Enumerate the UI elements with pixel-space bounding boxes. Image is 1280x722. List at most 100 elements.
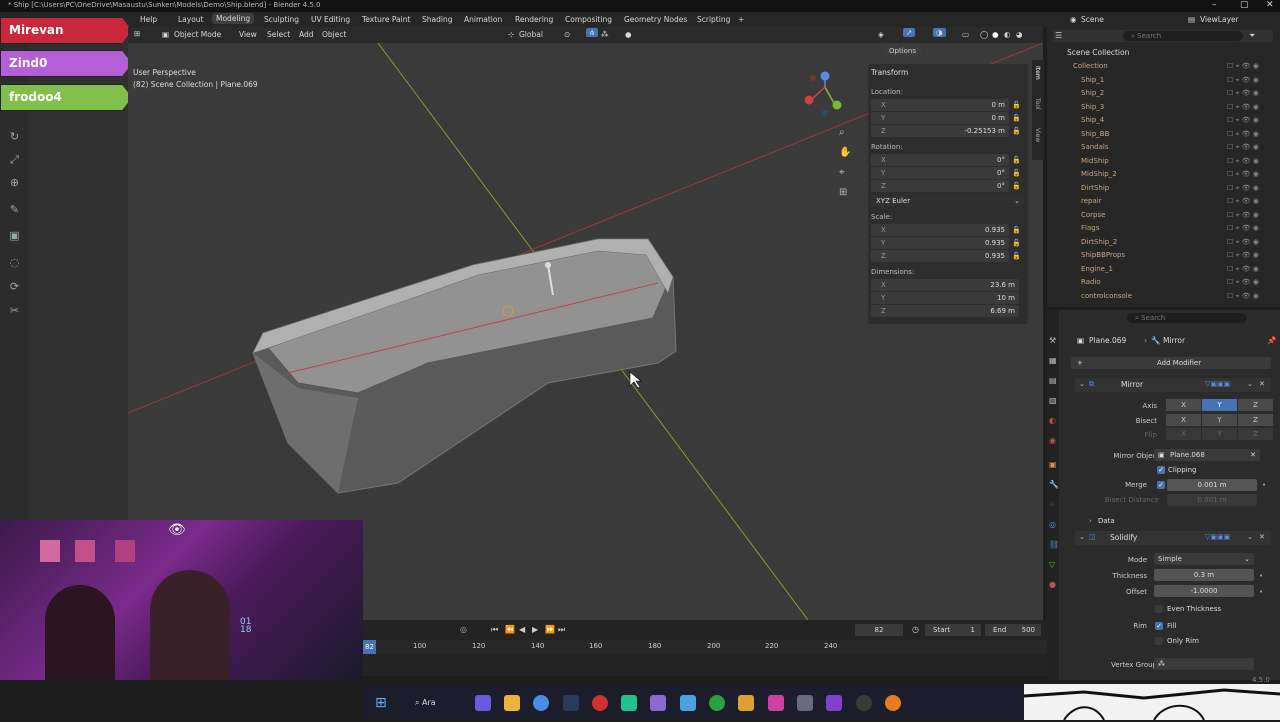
outliner-item[interactable]: Radio [1081,278,1101,286]
visibility-toggles-icon[interactable]: ☐ ⌖ 👁 ◉ [1227,292,1259,301]
bisect-z-toggle[interactable]: Z [1238,414,1273,426]
solid-shading-icon[interactable]: ● [992,30,999,39]
tab-shading[interactable]: Shading [422,15,452,24]
add-menu[interactable]: Add [299,30,314,39]
gizmo-icon[interactable]: ↗ [903,28,916,37]
editor-type-icon[interactable]: ⊞ [134,29,140,38]
outliner-item[interactable]: Ship_1 [1081,76,1104,84]
outliner-item[interactable]: Ship_4 [1081,116,1104,124]
merge-distance-field[interactable]: 0.001 m [1167,479,1257,491]
visibility-toggles-icon[interactable]: ☐ ⌖ 👁 ◉ [1227,211,1259,220]
data-tab-icon[interactable]: ▽ [1049,560,1055,569]
zoom-icon[interactable]: ⌕ [839,127,845,138]
play-reverse-icon[interactable]: ◀ [519,625,525,634]
remove-modifier-icon[interactable]: ✕ [1259,380,1265,388]
close-window-button[interactable]: ✕ [1266,0,1274,11]
visibility-toggles-icon[interactable]: ☐ ⌖ 👁 ◉ [1227,184,1259,193]
dropdown-chevron-icon[interactable]: ⌄ [1247,380,1253,388]
location-y-field[interactable]: Y0 m [871,112,1009,124]
blender-icon[interactable] [885,695,901,711]
keyframe-dot-icon[interactable]: • [1259,572,1263,580]
outliner-item[interactable]: controlconsole [1081,292,1132,300]
visibility-toggles-icon[interactable]: ☐ ⌖ 👁 ◉ [1227,116,1259,125]
opera-icon[interactable] [592,695,608,711]
tab-texture-paint[interactable]: Texture Paint [362,15,410,24]
tab-sculpting[interactable]: Sculpting [264,15,299,24]
outliner-search-input[interactable]: ⌕ Search [1123,31,1243,41]
object-menu[interactable]: Object [322,30,346,39]
visibility-toggles-icon[interactable]: ☐ ⌖ 👁 ◉ [1227,89,1259,98]
visibility-toggles-icon[interactable]: ☐ ⌖ 👁 ◉ [1227,62,1259,71]
jump-start-icon[interactable]: ⏮ [491,625,498,635]
tab-tool[interactable]: Tool [1034,98,1041,110]
edit-mode-toggle-icon[interactable]: ▽▣▣▣ [1205,380,1230,388]
keyframe-dot-icon[interactable]: • [1262,481,1266,489]
snap-target-icon[interactable]: ⁂ [601,30,609,39]
lock-icon[interactable]: 🔓 [1012,252,1021,260]
collapse-chevron-icon[interactable]: ⌄ [1079,380,1085,388]
knife-tool-icon[interactable]: ✂ [7,303,22,318]
location-x-field[interactable]: X0 m [871,99,1009,111]
rotation-mode-dropdown[interactable]: XYZ Euler ⌄ [871,195,1024,207]
flip-y-toggle[interactable]: Y [1202,428,1237,440]
filter-icon[interactable]: ⏷ [1249,31,1255,41]
tab-layout[interactable]: Layout [178,15,204,24]
tab-scripting[interactable]: Scripting [697,15,730,24]
world-tab-icon[interactable]: ◉ [1049,436,1056,445]
app-icon[interactable] [621,695,637,711]
properties-search-input[interactable]: ⌕ Search [1127,313,1247,323]
scene-tab-icon[interactable]: ◐ [1049,416,1056,425]
lock-icon[interactable]: 🔓 [1012,127,1021,135]
rotation-x-field[interactable]: X 0° [871,154,1009,166]
taskbar-search[interactable]: ⌕ Ara [415,695,455,711]
pivot-icon[interactable]: ⊙ [564,30,570,39]
view-layer-selector[interactable]: ViewLayer [1200,15,1239,24]
scene-collection-root[interactable]: Scene Collection [1067,48,1129,57]
flip-z-toggle[interactable]: Z [1238,428,1273,440]
minimize-button[interactable]: – [1212,0,1217,11]
app-icon[interactable] [797,695,813,711]
axis-z-toggle[interactable]: Z [1238,399,1273,411]
bisect-distance-field[interactable]: 0.001 m [1167,494,1257,506]
add-modifier-button[interactable]: + Add Modifier [1071,357,1271,369]
visibility-toggles-icon[interactable]: ☐ ⌖ 👁 ◉ [1227,157,1259,166]
maximize-button[interactable]: ▢ [1240,0,1249,11]
offset-field[interactable]: -1.0000 [1154,585,1254,597]
outliner-item[interactable]: Sandals [1081,143,1109,151]
particles-tab-icon[interactable]: ⁘ [1049,500,1056,509]
steam-icon[interactable] [563,695,579,711]
solidify-modifier-header[interactable]: ⌄ ◫ Solidify ▽▣▣▣ ⌄ ✕ [1075,531,1271,545]
playhead[interactable]: 82 [363,640,376,654]
discord-icon[interactable] [475,695,491,711]
mirror-modifier-header[interactable]: ⌄ ⧉ Mirror ▽▣▣▣ ⌄ ✕ [1075,378,1271,392]
constraints-tab-icon[interactable]: ⛓ [1049,540,1059,549]
outliner-item[interactable]: DirtShip_2 [1081,238,1117,246]
solidify-mode-dropdown[interactable]: Simple ⌄ [1154,553,1254,565]
outliner-item[interactable]: Flags [1081,224,1099,232]
orientation-dropdown[interactable]: Global [519,30,543,39]
visibility-toggles-icon[interactable]: ☐ ⌖ 👁 ◉ [1227,278,1259,287]
annotate-tool-icon[interactable]: ✎ [7,202,22,217]
expand-chevron-icon[interactable]: › [1089,517,1092,525]
app-icon[interactable] [768,695,784,711]
axis-y-toggle[interactable]: Y [1202,399,1237,411]
select-menu[interactable]: Select [267,30,290,39]
proportional-edit-icon[interactable]: ● [625,30,632,39]
lock-icon[interactable]: 🔓 [1012,226,1021,234]
visibility-toggles-icon[interactable]: ☐ ⌖ 👁 ◉ [1227,265,1259,274]
view-menu[interactable]: View [239,30,257,39]
jump-end-icon[interactable]: ⏭ [558,625,565,635]
lock-icon[interactable]: 🔓 [1012,114,1021,122]
remove-modifier-icon[interactable]: ✕ [1259,533,1265,541]
start-windows-icon[interactable]: ⊞ [375,695,387,711]
outliner-item[interactable]: Corpse [1081,211,1105,219]
scene-selector[interactable]: Scene [1081,15,1104,24]
visibility-icon[interactable]: ◈ [878,30,884,39]
pan-hand-icon[interactable]: ✋ [839,147,851,158]
grid-view-icon[interactable]: ⊞ [839,187,847,198]
tab-uv-editing[interactable]: UV Editing [311,15,350,24]
wireframe-shading-icon[interactable]: ◯ [980,30,988,39]
file-explorer-icon[interactable] [504,695,520,711]
lock-icon[interactable]: 🔓 [1012,182,1021,190]
fill-checkbox[interactable]: ✓ [1155,622,1163,630]
